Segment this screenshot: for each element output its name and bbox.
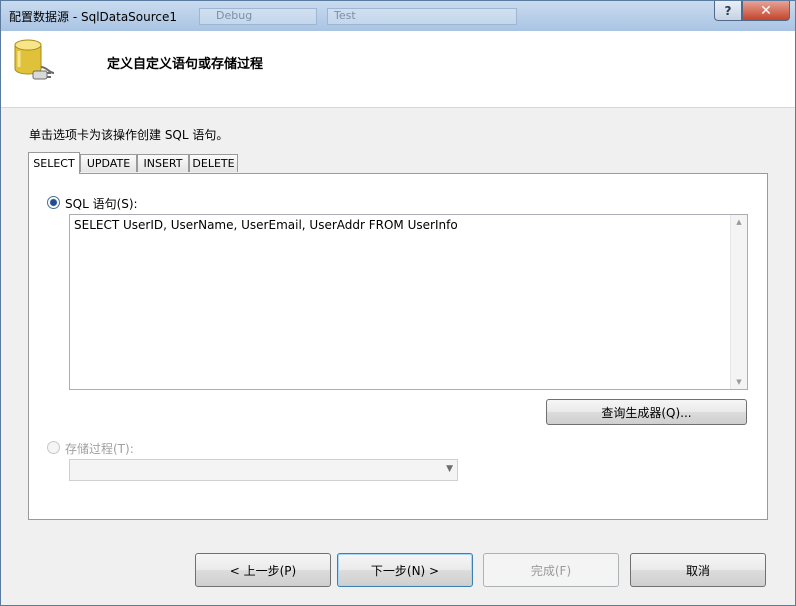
query-builder-button[interactable]: 查询生成器(Q)... xyxy=(546,399,747,425)
background-debug-combo: Debug xyxy=(199,8,317,25)
finish-button[interactable]: 完成(F) xyxy=(483,553,619,587)
sql-statement-textarea[interactable]: SELECT UserID, UserName, UserEmail, User… xyxy=(69,214,748,390)
chevron-down-icon: ▼ xyxy=(446,464,453,474)
background-test-combo: Test xyxy=(327,8,517,25)
tab-update[interactable]: UPDATE xyxy=(80,154,137,172)
help-icon: ? xyxy=(724,3,732,18)
page-heading: 定义自定义语句或存储过程 xyxy=(107,57,264,72)
tab-panel: SQL 语句(S): SELECT UserID, UserName, User… xyxy=(28,173,768,520)
sql-vertical-scrollbar[interactable]: ▲ ▼ xyxy=(730,215,747,389)
instruction-text: 单击选项卡为该操作创建 SQL 语句。 xyxy=(29,128,229,142)
window-title: 配置数据源 - SqlDataSource1 xyxy=(9,10,178,24)
scroll-down-icon[interactable]: ▼ xyxy=(731,378,747,386)
close-icon: ✕ xyxy=(760,2,772,19)
wizard-header: 定义自定义语句或存储过程 xyxy=(1,31,795,108)
scroll-up-icon[interactable]: ▲ xyxy=(731,218,747,226)
help-button[interactable]: ? xyxy=(714,1,742,21)
close-button[interactable]: ✕ xyxy=(742,1,790,21)
title-bar[interactable]: 配置数据源 - SqlDataSource1 Debug Test ? ✕ xyxy=(1,1,795,31)
configure-data-source-dialog: 配置数据源 - SqlDataSource1 Debug Test ? ✕ 定义… xyxy=(0,0,796,606)
stored-procedure-label: 存储过程(T): xyxy=(65,442,134,456)
tab-delete[interactable]: DELETE xyxy=(189,154,238,172)
sql-statement-text: SELECT UserID, UserName, UserEmail, User… xyxy=(74,218,458,232)
sql-statement-label: SQL 语句(S): xyxy=(65,197,138,211)
tab-insert[interactable]: INSERT xyxy=(137,154,189,172)
back-button[interactable]: < 上一步(P) xyxy=(195,553,331,587)
cancel-button[interactable]: 取消 xyxy=(630,553,766,587)
tab-select[interactable]: SELECT xyxy=(28,152,80,174)
next-button[interactable]: 下一步(N) > xyxy=(337,553,473,587)
database-connection-icon xyxy=(14,39,55,80)
stored-procedure-radio[interactable] xyxy=(47,441,60,454)
sql-statement-radio[interactable] xyxy=(47,196,60,209)
stored-procedure-combo[interactable]: ▼ xyxy=(69,459,458,481)
